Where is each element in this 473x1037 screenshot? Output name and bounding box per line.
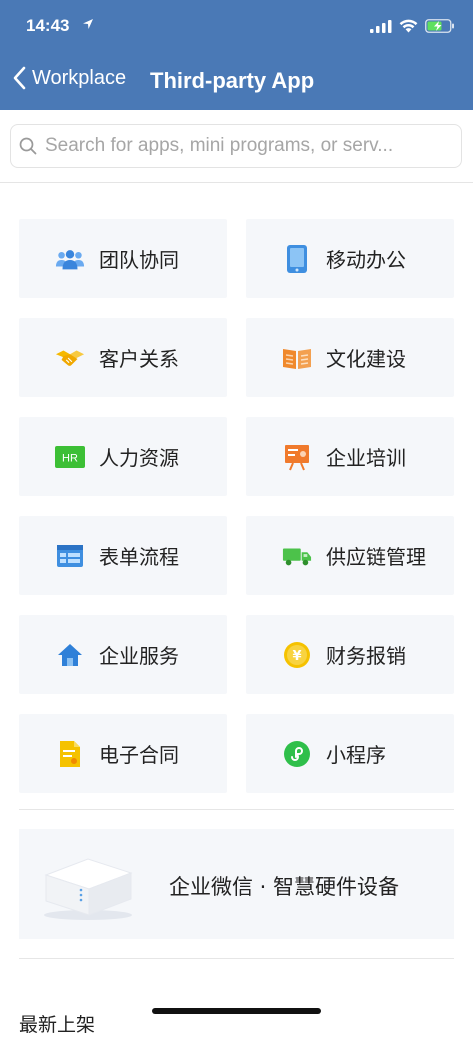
category-e-contract[interactable]: 电子合同	[19, 714, 227, 793]
wifi-icon	[399, 19, 418, 33]
team-icon	[55, 244, 85, 274]
status-indicators	[370, 19, 455, 33]
category-label: 客户关系	[99, 347, 179, 371]
category-label: 小程序	[326, 743, 386, 767]
battery-charging-icon	[425, 19, 454, 33]
banner-label: 企业微信 · 智慧硬件设备	[169, 875, 400, 899]
category-label: 文化建设	[326, 347, 406, 371]
category-label: 团队协同	[99, 248, 179, 272]
category-label: 移动办公	[326, 248, 406, 272]
search-area	[0, 110, 473, 183]
yuan-coin-icon: ¥	[282, 640, 312, 670]
home-indicator[interactable]	[152, 1008, 321, 1014]
hardware-devices-banner[interactable]: 企业微信 · 智慧硬件设备	[19, 829, 454, 939]
category-label: 电子合同	[99, 743, 179, 767]
svg-text:HR: HR	[62, 452, 78, 464]
location-arrow-icon	[83, 19, 93, 29]
home-icon	[55, 640, 85, 670]
mini-program-icon	[282, 739, 312, 769]
category-human-resources[interactable]: HR 人力资源	[19, 417, 227, 496]
handshake-icon	[55, 343, 85, 373]
back-button[interactable]: Workplace	[12, 66, 126, 90]
divider	[19, 958, 454, 959]
search-box[interactable]	[10, 124, 462, 168]
hr-icon: HR	[55, 442, 85, 472]
category-supply-chain[interactable]: 供应链管理	[246, 516, 454, 595]
category-form-process[interactable]: 表单流程	[19, 516, 227, 595]
category-enterprise-training[interactable]: 企业培训	[246, 417, 454, 496]
book-icon	[282, 343, 312, 373]
back-label: Workplace	[32, 66, 127, 89]
search-icon	[19, 137, 37, 155]
category-label: 表单流程	[99, 545, 179, 569]
category-customer-relations[interactable]: 客户关系	[19, 318, 227, 397]
category-label: 企业服务	[99, 644, 179, 668]
category-finance-reimbursement[interactable]: ¥ 财务报销	[246, 615, 454, 694]
category-enterprise-services[interactable]: 企业服务	[19, 615, 227, 694]
smart-hardware-device-icon	[44, 858, 133, 920]
presentation-icon	[282, 442, 312, 472]
svg-text:¥: ¥	[292, 649, 301, 664]
cellular-signal-icon	[370, 19, 392, 33]
category-mini-programs[interactable]: 小程序	[246, 714, 454, 793]
category-label: 财务报销	[326, 644, 406, 668]
page-title: Third-party App	[150, 68, 315, 93]
document-icon	[55, 739, 85, 769]
truck-icon	[282, 541, 312, 571]
chevron-left-icon	[13, 66, 26, 90]
divider	[19, 809, 454, 810]
form-icon	[55, 541, 85, 571]
search-input[interactable]	[43, 134, 457, 158]
header-bar: 14:43 Workplace Third-party App	[0, 0, 473, 110]
category-label: 企业培训	[326, 446, 406, 470]
category-culture-building[interactable]: 文化建设	[246, 318, 454, 397]
category-label: 供应链管理	[326, 545, 426, 569]
category-grid: 团队协同 移动办公 客户关系 文化建设 HR 人力资源 企业培训 表单流程 供应…	[19, 219, 454, 793]
category-mobile-office[interactable]: 移动办公	[246, 219, 454, 298]
status-time: 14:43	[26, 16, 70, 35]
mobile-icon	[282, 244, 312, 274]
category-team-collaboration[interactable]: 团队协同	[19, 219, 227, 298]
category-label: 人力资源	[99, 446, 179, 470]
